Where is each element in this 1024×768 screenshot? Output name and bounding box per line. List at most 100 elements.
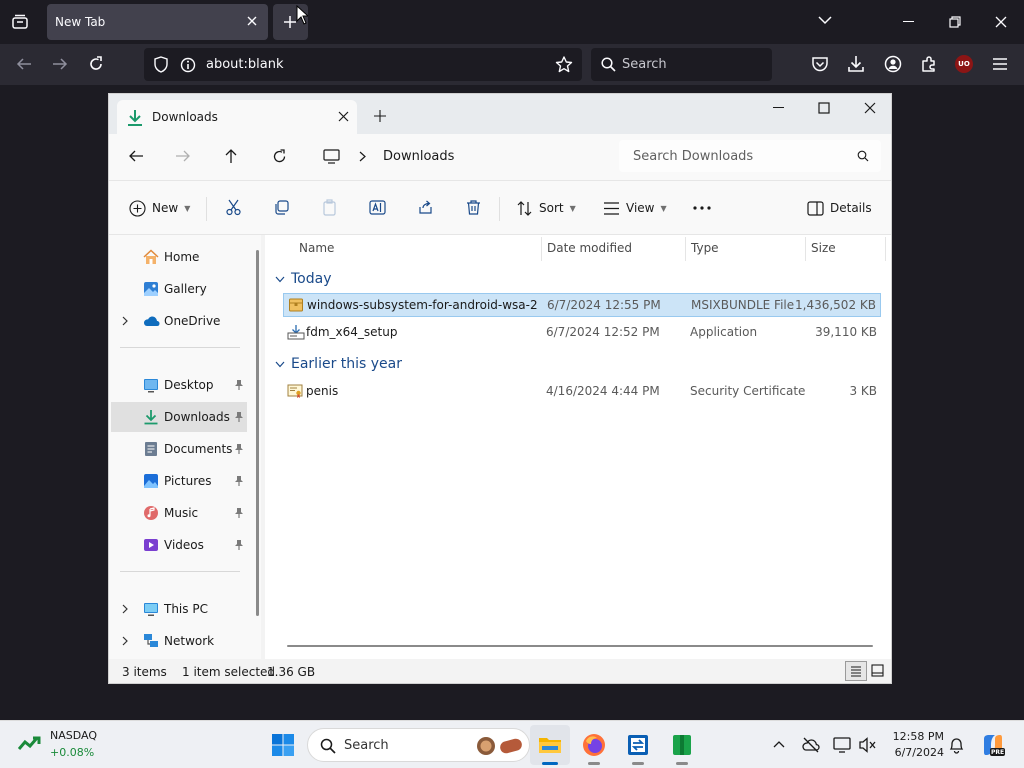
nav-pane-scrollbar[interactable] xyxy=(256,250,259,616)
rename-button[interactable] xyxy=(369,199,386,216)
clock-date[interactable]: 6/7/2024 xyxy=(888,746,944,759)
extensions-puzzle-icon[interactable] xyxy=(920,55,938,73)
pin-icon[interactable] xyxy=(234,539,244,551)
close-icon[interactable] xyxy=(864,102,876,114)
sidebar-item-videos[interactable]: Videos xyxy=(111,530,247,560)
sidebar-item-desktop[interactable]: Desktop xyxy=(111,370,247,400)
column-divider[interactable] xyxy=(805,237,806,261)
more-options-button[interactable] xyxy=(693,206,711,210)
taskbar-search-box[interactable]: Search xyxy=(307,728,530,762)
view-button[interactable]: View ▼ xyxy=(603,199,667,217)
chevron-right-icon[interactable] xyxy=(122,604,128,614)
column-header-name[interactable]: Name xyxy=(299,241,334,255)
pin-icon[interactable] xyxy=(234,379,244,391)
browser-search-bar[interactable]: Search xyxy=(591,48,772,81)
browser-tab[interactable]: New Tab xyxy=(47,4,268,40)
monitor-icon[interactable] xyxy=(323,149,340,164)
pin-icon[interactable] xyxy=(234,443,244,455)
table-row[interactable]: penis 4/16/2024 4:44 PM Security Certifica… xyxy=(283,380,881,404)
table-row[interactable]: fdm_x64_setup 6/7/2024 12:52 PM Applicatio… xyxy=(283,321,881,345)
pin-icon[interactable] xyxy=(234,507,244,519)
url-bar[interactable]: about:blank xyxy=(144,48,582,81)
forward-arrow-icon[interactable] xyxy=(175,149,191,163)
pocket-icon[interactable] xyxy=(811,55,829,73)
back-arrow-icon[interactable] xyxy=(16,56,32,72)
new-button[interactable]: New ▼ xyxy=(129,199,190,217)
volume-muted-icon[interactable] xyxy=(859,737,877,753)
table-row[interactable]: windows-subsystem-for-android-wsa-23... 6… xyxy=(283,293,881,317)
close-icon[interactable] xyxy=(246,15,258,27)
details-pane-button[interactable]: Details xyxy=(807,199,872,217)
sidebar-item-downloads[interactable]: Downloads xyxy=(111,402,247,432)
sidebar-item-documents[interactable]: Documents xyxy=(111,434,247,464)
chevron-down-icon[interactable] xyxy=(818,15,832,25)
explorer-search-input[interactable]: Search Downloads xyxy=(619,140,881,172)
sidebar-item-network[interactable]: Network xyxy=(111,626,247,656)
sidebar-item-home[interactable]: Home xyxy=(111,242,247,272)
info-icon[interactable] xyxy=(180,57,196,73)
breadcrumb[interactable]: Downloads xyxy=(383,149,454,164)
pin-icon[interactable] xyxy=(234,475,244,487)
close-icon[interactable] xyxy=(338,111,349,122)
details-view-button[interactable] xyxy=(845,661,867,681)
reload-icon[interactable] xyxy=(88,56,104,72)
copy-button[interactable] xyxy=(273,199,290,216)
pin-icon[interactable] xyxy=(234,411,244,423)
bell-icon[interactable] xyxy=(949,737,964,754)
cut-button[interactable] xyxy=(225,199,242,216)
chevron-right-icon[interactable] xyxy=(359,151,366,162)
explorer-tab[interactable]: Downloads xyxy=(117,100,357,134)
group-header-today[interactable]: Today xyxy=(275,271,332,287)
sort-button[interactable]: Sort ▼ xyxy=(516,199,576,217)
hamburger-menu-icon[interactable] xyxy=(992,57,1008,71)
close-icon[interactable] xyxy=(995,16,1007,28)
onedrive-offline-icon[interactable] xyxy=(802,737,820,753)
taskbar-app-green[interactable] xyxy=(662,725,702,765)
chevron-right-icon[interactable] xyxy=(122,316,128,326)
copilot-icon[interactable]: PRE xyxy=(981,733,1005,757)
group-header-earlier[interactable]: Earlier this year xyxy=(275,356,402,372)
explorer-address-bar[interactable]: Downloads xyxy=(313,140,609,172)
sidebar-item-gallery[interactable]: Gallery xyxy=(111,274,247,304)
sidebar-item-this-pc[interactable]: This PC xyxy=(111,594,247,624)
sidebar-item-onedrive[interactable]: OneDrive xyxy=(111,306,247,336)
forward-arrow-icon[interactable] xyxy=(52,56,68,72)
download-icon[interactable] xyxy=(847,55,865,73)
sidebar-item-pictures[interactable]: Pictures xyxy=(111,466,247,496)
minimize-icon[interactable] xyxy=(903,21,914,22)
horizontal-scrollbar[interactable] xyxy=(287,645,873,647)
maximize-icon[interactable] xyxy=(818,102,830,114)
shield-icon[interactable] xyxy=(153,56,169,73)
search-highlight-icon[interactable] xyxy=(476,736,524,756)
plus-icon[interactable] xyxy=(374,110,386,122)
column-divider[interactable] xyxy=(885,237,886,261)
refresh-icon[interactable] xyxy=(272,149,287,164)
minimize-icon[interactable] xyxy=(773,107,784,108)
chevron-up-icon[interactable] xyxy=(773,740,785,748)
star-bookmark-icon[interactable] xyxy=(555,56,573,73)
back-arrow-icon[interactable] xyxy=(128,149,144,163)
chevron-right-icon[interactable] xyxy=(122,636,128,646)
stock-name[interactable]: NASDAQ xyxy=(50,729,97,742)
taskbar-app-file-explorer[interactable] xyxy=(530,725,570,765)
sidebar-item-music[interactable]: Music xyxy=(111,498,247,528)
column-divider[interactable] xyxy=(541,237,542,261)
share-button[interactable] xyxy=(417,199,434,216)
windows-start-icon[interactable] xyxy=(271,733,295,757)
ublock-origin-icon[interactable]: UO xyxy=(955,55,973,73)
column-divider[interactable] xyxy=(685,237,686,261)
tiles-view-icon[interactable] xyxy=(871,664,884,677)
account-icon[interactable] xyxy=(884,55,902,73)
up-arrow-icon[interactable] xyxy=(224,148,238,164)
paste-button[interactable] xyxy=(321,199,338,216)
column-header-size[interactable]: Size xyxy=(811,241,836,255)
list-all-tabs-icon[interactable] xyxy=(11,13,29,31)
taskbar-app-firefox[interactable] xyxy=(574,725,614,765)
restore-icon[interactable] xyxy=(949,16,961,28)
clock-time[interactable]: 12:58 PM xyxy=(888,730,944,743)
taskbar-app-remote[interactable] xyxy=(618,725,658,765)
column-header-type[interactable]: Type xyxy=(691,241,719,255)
display-icon[interactable] xyxy=(833,737,851,753)
delete-button[interactable] xyxy=(465,199,482,216)
stock-chart-icon[interactable] xyxy=(18,735,44,753)
